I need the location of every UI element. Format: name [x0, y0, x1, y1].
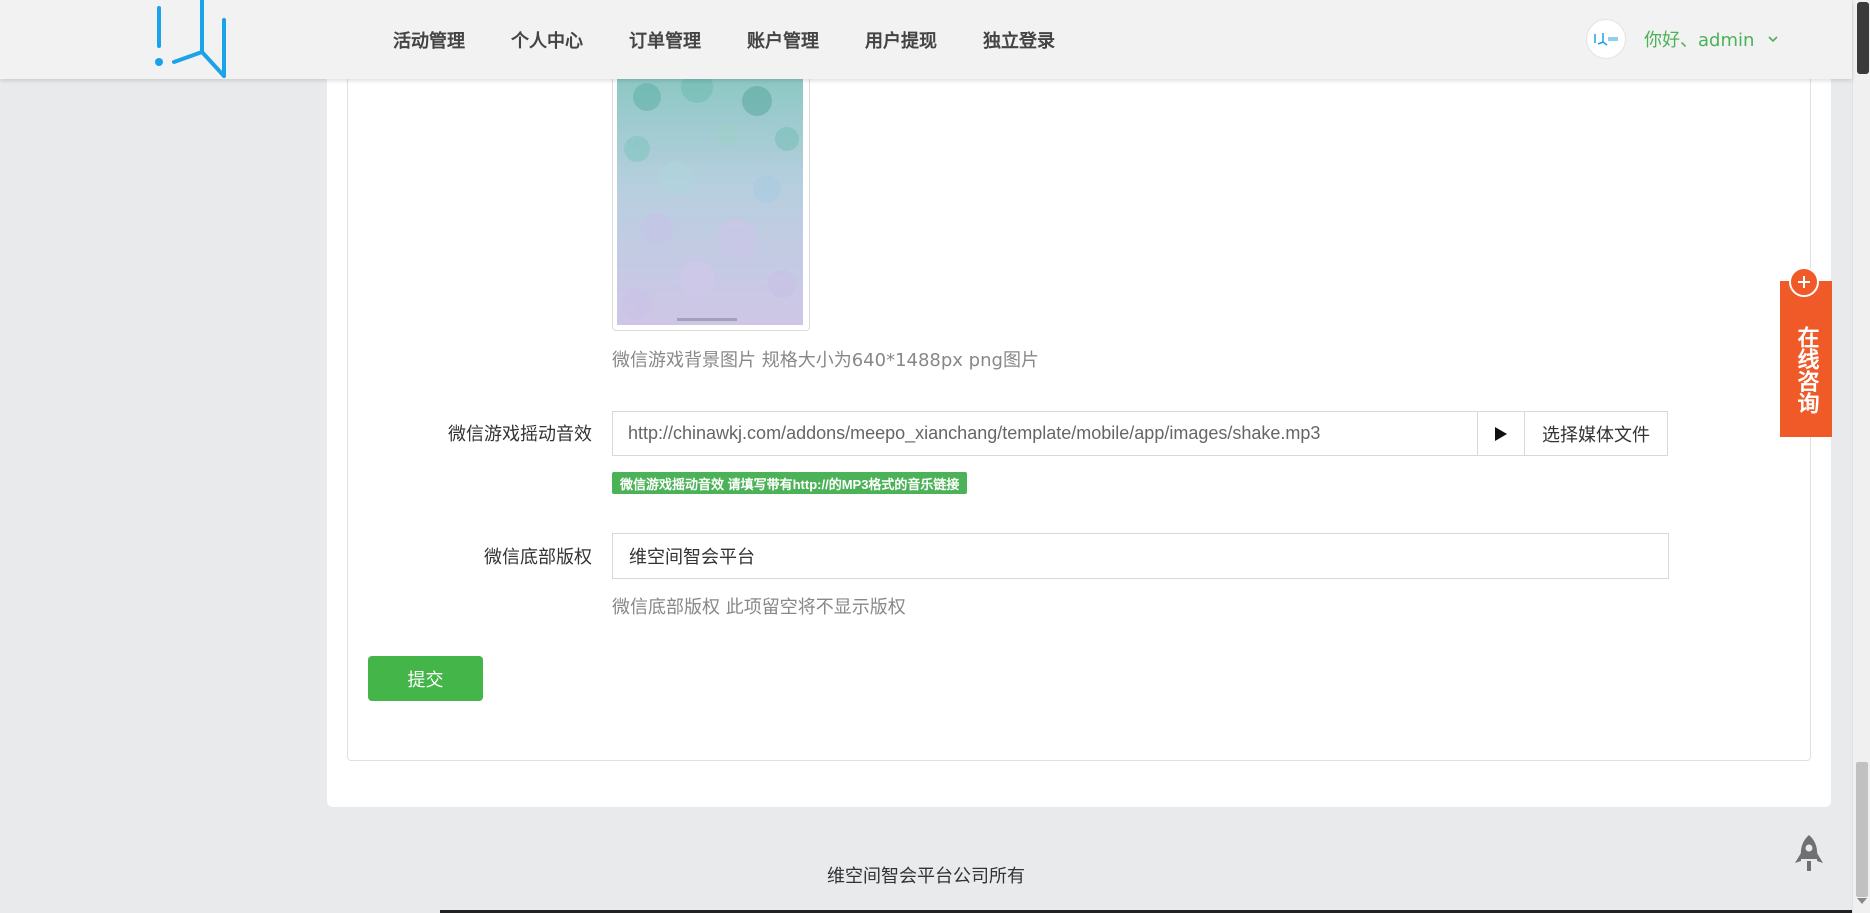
nav-account-management[interactable]: 账户管理	[747, 27, 819, 53]
back-to-top-button[interactable]	[1792, 833, 1826, 875]
nav-user-withdrawal[interactable]: 用户提现	[865, 27, 937, 53]
nav-activity-management[interactable]: 活动管理	[393, 27, 465, 53]
bg-image-help-text: 微信游戏背景图片 规格大小为640*1488px png图片	[612, 350, 1039, 371]
page-scrollbar[interactable]	[1852, 0, 1870, 913]
copyright-help-text: 微信底部版权 此项留空将不显示版权	[612, 597, 906, 618]
select-media-button[interactable]: 选择媒体文件	[1524, 412, 1667, 455]
bg-image-preview	[617, 79, 803, 325]
shake-sound-url-input[interactable]: http://chinawkj.com/addons/meepo_xiancha…	[613, 412, 1477, 455]
shake-sound-label: 微信游戏摇动音效	[448, 424, 592, 445]
chevron-down-icon[interactable]	[1766, 32, 1780, 46]
logo-mark-icon	[155, 0, 226, 78]
scroll-down-arrow-icon[interactable]	[1857, 898, 1867, 904]
nav-independent-login[interactable]: 独立登录	[983, 27, 1055, 53]
rocket-icon	[1795, 835, 1823, 871]
scrollbar-thumb[interactable]	[1856, 762, 1868, 897]
shake-sound-input-group: http://chinawkj.com/addons/meepo_xiancha…	[612, 411, 1668, 456]
plus-circle-icon[interactable]	[1789, 267, 1819, 297]
avatar[interactable]	[1586, 19, 1626, 59]
user-greeting[interactable]: 你好、admin	[1644, 26, 1754, 52]
play-button[interactable]	[1477, 412, 1524, 455]
browser-widget-indicator	[1857, 2, 1869, 74]
user-menu[interactable]: 你好、admin	[1586, 18, 1780, 60]
copyright-input[interactable]: 维空间智会平台	[612, 533, 1669, 579]
play-icon	[1495, 426, 1507, 441]
nav-order-management[interactable]: 订单管理	[629, 27, 701, 53]
main-nav: 活动管理 个人中心 订单管理 账户管理 用户提现 独立登录	[393, 0, 1101, 79]
submit-button[interactable]: 提交	[368, 656, 483, 701]
background-picture-icon	[617, 79, 803, 325]
top-navbar: 活动管理 个人中心 订单管理 账户管理 用户提现 独立登录 你好、admin	[0, 0, 1852, 79]
footer-copyright: 维空间智会平台公司所有	[827, 866, 1025, 887]
shake-sound-hint-badge: 微信游戏摇动音效 请填写带有http://的MP3格式的音乐链接	[612, 472, 968, 494]
online-consult-button[interactable]: 在线咨询	[1780, 281, 1832, 437]
copyright-label: 微信底部版权	[484, 547, 592, 568]
nav-personal-center[interactable]: 个人中心	[511, 27, 583, 53]
brand-logo[interactable]	[150, 0, 230, 79]
consult-label: 在线咨询	[1793, 325, 1819, 414]
avatar-logo-icon	[1594, 33, 1618, 46]
